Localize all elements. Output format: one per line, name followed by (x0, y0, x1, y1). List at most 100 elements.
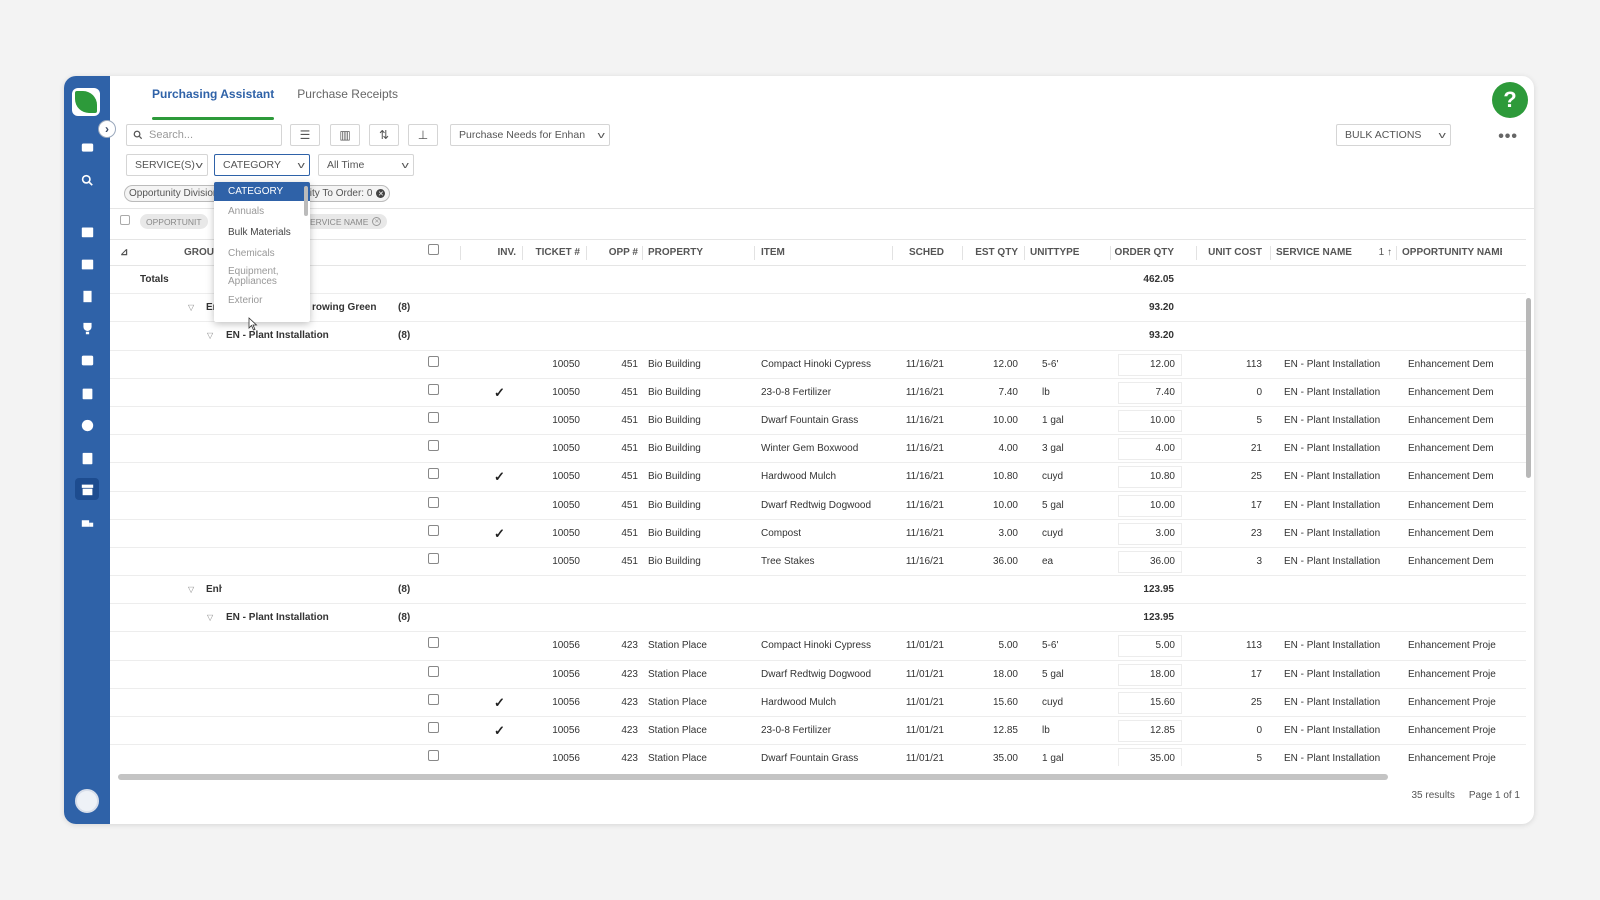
search-icon[interactable] (75, 169, 99, 191)
expand-all-icon[interactable]: ⊿ (120, 240, 128, 265)
row-checkbox[interactable] (428, 661, 439, 689)
row-checkbox[interactable] (428, 520, 439, 548)
tab-purchase-receipts[interactable]: Purchase Receipts (297, 86, 398, 120)
table-row[interactable]: 10050 451 Bio Building Winter Gem Boxwood 11… (110, 435, 1526, 464)
order-qty-input[interactable]: 7.40 (1118, 381, 1182, 404)
row-checkbox[interactable] (428, 492, 439, 520)
row-checkbox[interactable] (428, 689, 439, 717)
table-row[interactable]: 10056 423 Station Place Dwarf Fountain Gras… (110, 745, 1526, 766)
dropdown-option-equipment[interactable]: Equipment, Appliances (214, 264, 310, 290)
column-header-opp[interactable]: OPP # (592, 240, 638, 265)
table-row[interactable]: 10056 423 Station Place Compact Hinoki Cypr… (110, 632, 1526, 661)
order-qty-input[interactable]: 36.00 (1118, 550, 1182, 573)
table-row[interactable]: ✓ 10056 423 Station Place 23-0-8 Fertilizer 1… (110, 717, 1526, 746)
order-qty-input[interactable]: 10.00 (1118, 409, 1182, 432)
order-qty-input[interactable]: 3.00 (1118, 522, 1182, 545)
view-select[interactable]: Purchase Needs for Enhan v (450, 124, 610, 146)
close-icon[interactable]: ✕ (376, 189, 386, 198)
row-checkbox[interactable] (428, 435, 439, 463)
sort-icon[interactable]: ⇅ (369, 124, 399, 146)
row-checkbox[interactable] (428, 351, 439, 379)
order-qty-input[interactable]: 15.60 (1118, 691, 1182, 714)
row-checkbox[interactable] (428, 717, 439, 745)
help-button[interactable]: ? (1492, 82, 1528, 118)
chevron-down-icon[interactable]: ▽ (207, 322, 213, 350)
order-qty-input[interactable]: 18.00 (1118, 663, 1182, 686)
pie-chart-icon[interactable] (75, 414, 99, 436)
order-qty-input[interactable]: 5.00 (1118, 635, 1182, 658)
hierarchy-icon[interactable]: ⊥ (408, 124, 438, 146)
order-qty-input[interactable]: 10.80 (1118, 466, 1182, 489)
category-filter[interactable]: CATEGORY v (214, 154, 310, 176)
column-header-inv[interactable]: INV. (476, 240, 516, 265)
table-row[interactable]: 10050 451 Bio Building Dwarf Fountain Grass… (110, 407, 1526, 436)
column-header-est-qty[interactable]: EST QTY (968, 240, 1018, 265)
chevron-right-icon[interactable]: › (98, 120, 116, 138)
column-header-service-name[interactable]: SERVICE NAME (1276, 240, 1362, 265)
column-header-property[interactable]: PROPERTY (648, 240, 748, 265)
leaf-logo-icon[interactable] (72, 88, 100, 116)
group-chip-opportunity[interactable]: OPPORTUNIT (140, 214, 208, 229)
filter-chip-opportunity-division[interactable]: Opportunity Division (124, 185, 224, 202)
columns-icon[interactable]: ▥ (330, 124, 360, 146)
search-box[interactable] (126, 124, 282, 146)
column-header-sched[interactable]: SCHED (896, 240, 944, 265)
row-checkbox[interactable] (428, 407, 439, 435)
select-all-checkbox[interactable] (428, 240, 439, 265)
truck-icon[interactable] (75, 512, 99, 534)
more-icon[interactable]: ••• (1498, 128, 1518, 146)
column-header-order-qty[interactable]: ORDER QTY (1114, 240, 1174, 265)
group-row[interactable]: ▽ Enhancement Project 2021BB (8) 123.95 (110, 576, 1526, 605)
row-checkbox[interactable] (428, 632, 439, 660)
dropdown-option-bulk-materials[interactable]: Bulk Materials (214, 222, 310, 243)
column-header-item[interactable]: ITEM (761, 240, 891, 265)
filter-sliders-icon[interactable]: ☰ (290, 124, 320, 146)
sort-indicator[interactable]: 1 ↑ (1366, 240, 1392, 265)
order-qty-input[interactable]: 12.85 (1118, 720, 1182, 742)
column-header-unit-cost[interactable]: UNIT COST (1198, 240, 1262, 265)
time-filter[interactable]: All Time v (318, 154, 414, 176)
dropdown-option-annuals[interactable]: Annuals (214, 201, 310, 222)
bulk-actions-select[interactable]: BULK ACTIONS v (1336, 124, 1451, 146)
order-qty-input[interactable]: 10.00 (1118, 494, 1182, 517)
vertical-scrollbar[interactable] (1526, 268, 1531, 764)
table-row[interactable]: ✓ 10050 451 Bio Building Compost 11/16/21 3.00… (110, 520, 1526, 548)
group-panel-toggle[interactable] (120, 215, 130, 225)
dropdown-scrollbar[interactable] (304, 186, 308, 216)
order-qty-input[interactable]: 12.00 (1118, 353, 1182, 376)
avatar-icon[interactable] (75, 789, 99, 813)
group-chip-service-name[interactable]: ERVICE NAME ✕ (304, 214, 388, 229)
dropdown-option-exterior[interactable]: Exterior (214, 290, 310, 311)
column-header-ticket[interactable]: TICKET # (528, 240, 580, 265)
table-row[interactable]: 10050 451 Bio Building Tree Stakes 11/16/21 3… (110, 548, 1526, 577)
chevron-down-icon[interactable]: ▽ (207, 604, 213, 632)
column-header-group[interactable]: GROU (184, 240, 214, 265)
row-checkbox[interactable] (428, 379, 439, 407)
row-checkbox[interactable] (428, 463, 439, 491)
trophy-icon[interactable] (75, 317, 99, 339)
dropdown-option-category[interactable]: CATEGORY (214, 182, 310, 201)
totals-row[interactable]: Totals 462.05 (110, 266, 1526, 295)
table-row[interactable]: 10050 451 Bio Building Compact Hinoki Cypre… (110, 351, 1526, 379)
column-header-opportunity-name[interactable]: OPPORTUNITY NAME (1402, 240, 1502, 265)
tab-purchasing-assistant[interactable]: Purchasing Assistant (152, 86, 275, 120)
document-icon[interactable] (75, 447, 99, 469)
subgroup-row[interactable]: ▽ EN - Plant Installation (8) 93.20 (110, 322, 1526, 351)
camera-icon[interactable] (75, 349, 99, 371)
row-checkbox[interactable] (428, 548, 439, 576)
order-qty-input[interactable]: 4.00 (1118, 438, 1182, 461)
calendar-icon[interactable] (75, 220, 99, 242)
table-row[interactable]: 10050 451 Bio Building Dwarf Redtwig Dogwoo… (110, 492, 1526, 520)
subgroup-row[interactable]: ▽ EN - Plant Installation (8) 123.95 (110, 604, 1526, 633)
horizontal-scrollbar[interactable] (114, 774, 1520, 780)
table-row[interactable]: 10056 423 Station Place Dwarf Redtwig Dogwo… (110, 661, 1526, 689)
table-row[interactable]: ✓ 10050 451 Bio Building Hardwood Mulch 11/16… (110, 463, 1526, 492)
chevron-down-icon[interactable]: ▽ (188, 294, 194, 322)
clipboard-icon[interactable] (75, 382, 99, 404)
column-header-unittype[interactable]: UNITTYPE (1030, 240, 1100, 265)
close-icon[interactable]: ✕ (372, 217, 382, 226)
filter-chip-qty-to-order[interactable]: tity To Order: 0 ✕ (302, 185, 391, 202)
dollar-icon[interactable] (75, 136, 99, 158)
dropdown-option-chemicals[interactable]: Chemicals (214, 243, 310, 264)
id-card-icon[interactable] (75, 253, 99, 275)
